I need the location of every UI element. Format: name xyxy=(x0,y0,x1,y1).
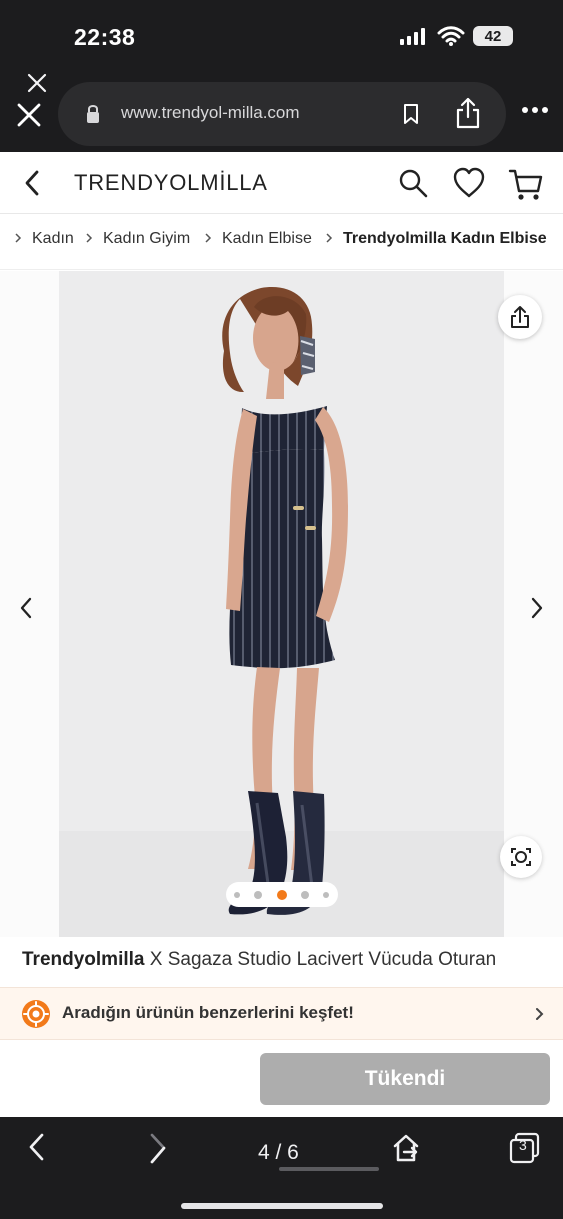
toolbar-progress-indicator xyxy=(279,1167,379,1171)
url-text: www.trendyol-milla.com xyxy=(121,103,300,122)
visual-search-button[interactable] xyxy=(500,836,542,878)
product-name: X Sagaza Studio Lacivert Vücuda Oturan xyxy=(144,949,497,970)
share-icon xyxy=(511,306,529,328)
more-icon[interactable] xyxy=(521,106,549,114)
gallery-next-icon[interactable] xyxy=(529,596,545,620)
status-bar: 22:38 42 xyxy=(0,0,563,70)
tab-count: 3 xyxy=(519,1137,527,1153)
sold-out-button[interactable]: Tükendi xyxy=(260,1053,550,1105)
share-product-button[interactable] xyxy=(498,295,542,339)
breadcrumb-item[interactable]: Kadın Giyim xyxy=(103,230,190,248)
bookmark-icon[interactable] xyxy=(401,103,421,125)
image-pagination xyxy=(226,882,338,907)
similar-products-banner[interactable]: Aradığın ürünün benzerlerini keşfet! xyxy=(0,987,563,1040)
browser-url-bar: www.trendyol-milla.com xyxy=(0,70,563,152)
chevron-right-icon xyxy=(536,1008,544,1020)
breadcrumb-item[interactable]: Kadın Elbise xyxy=(222,230,312,248)
breadcrumb-chevron-icon xyxy=(15,233,22,243)
address-bar[interactable]: www.trendyol-milla.com xyxy=(58,82,506,146)
breadcrumb-current[interactable]: Trendyolmilla Kadın Elbise xyxy=(343,230,547,248)
web-page: TRENDYOLMİLLA Kadın Kadın Giyim Kadın El… xyxy=(0,152,563,1117)
breadcrumb-chevron-icon xyxy=(86,233,93,243)
breadcrumb-item[interactable]: Kadın xyxy=(32,230,74,248)
browser-bottom-toolbar: 4 / 6 3 xyxy=(0,1117,563,1219)
cart-icon[interactable] xyxy=(508,167,544,201)
product-title: Trendyolmilla X Sagaza Studio Lacivert V… xyxy=(22,949,496,971)
model-in-dress-illustration xyxy=(59,271,504,937)
browser-forward-icon[interactable] xyxy=(146,1132,170,1166)
close-icon[interactable] xyxy=(16,102,42,128)
breadcrumb-chevron-icon xyxy=(326,233,333,243)
signal-icon xyxy=(400,28,425,45)
pagination-dot[interactable] xyxy=(301,891,309,899)
product-image[interactable] xyxy=(59,271,504,937)
product-gallery xyxy=(0,271,563,937)
search-icon[interactable] xyxy=(398,168,428,198)
pagination-dot[interactable] xyxy=(234,892,240,898)
browser-back-icon[interactable] xyxy=(27,1132,47,1162)
tabs-button[interactable]: 3 xyxy=(508,1131,542,1165)
pagination-dot[interactable] xyxy=(254,891,262,899)
page-counter: 4 / 6 xyxy=(258,1141,299,1164)
breadcrumb: Kadın Kadın Giyim Kadın Elbise Trendyolm… xyxy=(0,215,563,270)
similar-products-text: Aradığın ürünün benzerlerini keşfet! xyxy=(62,1003,354,1022)
heart-icon[interactable] xyxy=(452,167,486,199)
discover-icon xyxy=(22,1000,50,1028)
site-header: TRENDYOLMİLLA xyxy=(0,152,563,214)
product-brand[interactable]: Trendyolmilla xyxy=(22,949,144,970)
camera-scan-icon xyxy=(511,848,531,866)
target-icon xyxy=(23,1001,49,1027)
battery-indicator: 42 xyxy=(473,26,513,46)
breadcrumb-chevron-icon xyxy=(205,233,212,243)
site-logo[interactable]: TRENDYOLMİLLA xyxy=(74,170,268,196)
wifi-icon xyxy=(437,26,465,46)
back-arrow-icon[interactable] xyxy=(22,169,42,197)
home-icon[interactable] xyxy=(391,1132,421,1164)
gallery-prev-icon[interactable] xyxy=(18,596,34,620)
ios-home-indicator xyxy=(181,1203,383,1209)
share-icon[interactable] xyxy=(455,97,481,129)
close-small-icon[interactable] xyxy=(26,72,48,94)
status-time: 22:38 xyxy=(74,24,136,50)
purchase-bar: Tükendi xyxy=(0,1041,563,1117)
pagination-dot[interactable] xyxy=(323,892,329,898)
pagination-dot-active[interactable] xyxy=(277,890,287,900)
lock-icon xyxy=(87,105,99,123)
status-icons: 42 xyxy=(399,26,513,46)
